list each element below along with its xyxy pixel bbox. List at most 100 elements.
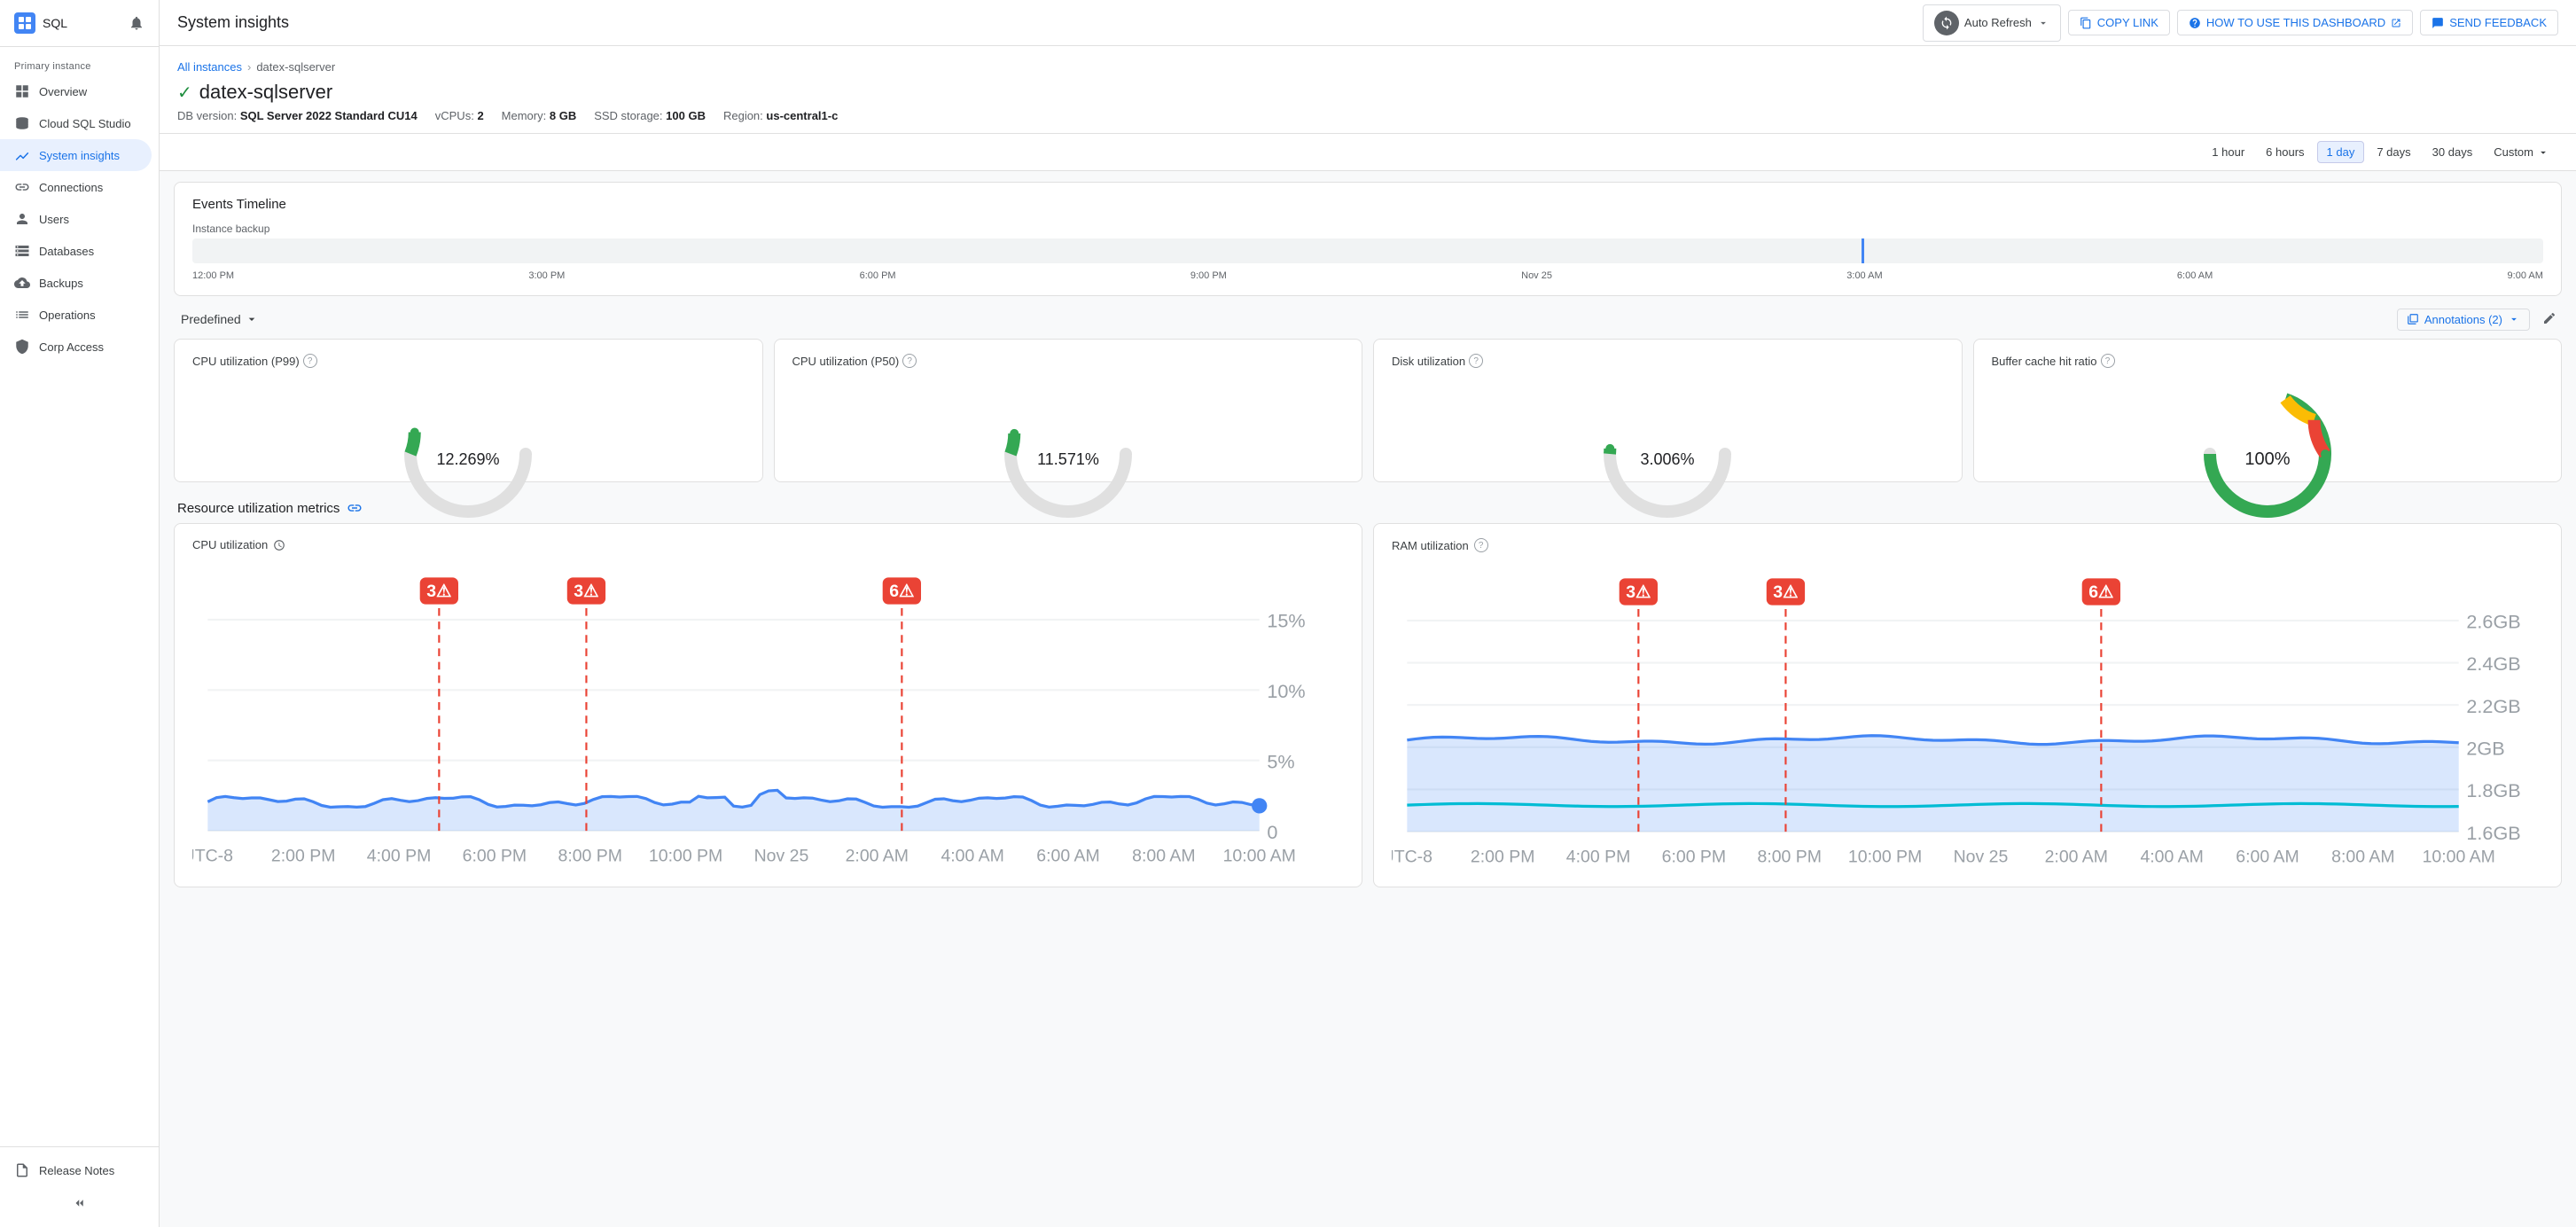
x-label-2: 6:00 PM [860,270,896,281]
shield-icon [14,339,30,355]
predefined-header: Predefined Annotations (2) [174,307,2562,332]
sidebar-item-operations[interactable]: Operations [0,299,152,331]
content-area: All instances › datex-sqlserver ✓ datex-… [160,46,2576,1227]
status-icon: ✓ [177,82,192,104]
time-btn-7days[interactable]: 7 days [2368,142,2419,162]
dropdown-icon [2037,17,2049,29]
sidebar-item-databases[interactable]: Databases [0,235,152,267]
chart-icon [14,147,30,163]
copy-link-label: COPY LINK [2097,16,2158,29]
time-btn-1day[interactable]: 1 day [2317,141,2365,163]
sidebar-item-users[interactable]: Users [0,203,152,235]
x-label-0: 12:00 PM [192,270,234,281]
instance-meta: DB version: SQL Server 2022 Standard CU1… [177,109,2558,122]
region-value: us-central1-c [766,109,838,122]
help-circle-icon [2189,17,2201,29]
timeline-marker [1862,238,1864,263]
gauge-needle-2 [1606,444,1615,453]
annotations-dropdown-icon [2508,313,2520,325]
gauge-container-3: 100% [1992,379,2544,467]
svg-text:2:00 PM: 2:00 PM [271,847,336,866]
sidebar-item-label: Backups [39,277,83,290]
vcpus-value: 2 [477,109,483,122]
annotation-icon [2407,313,2419,325]
storage-value: 100 GB [666,109,706,122]
help-icon-3[interactable]: ? [2101,354,2115,368]
chart-svg-ram: 3⚠ 3⚠ 6⚠ 2.6GB2.4GB2.2GB2GB1.8GB1.6GB UT… [1392,563,2543,870]
svg-text:8:00 AM: 8:00 AM [1132,847,1195,866]
chart-area-ram [1407,736,2458,832]
gauge-card-3: Buffer cache hit ratio ? 100% [1973,339,2563,482]
help-icon-0[interactable]: ? [303,354,317,368]
instance-header: All instances › datex-sqlserver ✓ datex-… [160,46,2576,134]
copy-link-button[interactable]: COPY LINK [2068,10,2170,35]
person-icon [14,211,30,227]
database-icon [14,115,30,131]
sidebar-item-label: Users [39,213,69,226]
svg-text:6⚠: 6⚠ [889,582,914,601]
sidebar-item-system-insights[interactable]: System insights [0,139,152,171]
resource-link-icon[interactable] [347,500,363,516]
region-meta: Region: us-central1-c [723,109,838,122]
sidebar-item-overview[interactable]: Overview [0,75,152,107]
svg-text:1.8GB: 1.8GB [2466,779,2520,801]
main-area: System insights Auto Refresh COPY LINK H… [160,0,2576,1227]
sidebar-section-label: Primary instance [0,47,159,75]
chart-card-cpu: CPU utilization 3⚠ 3⚠ 6⚠ 15%10%5%0 UTC-8… [174,523,1362,887]
sidebar-item-label: System insights [39,149,120,162]
svg-text:1.6GB: 1.6GB [2466,822,2520,844]
ram-help-icon[interactable]: ? [1474,538,1488,552]
breadcrumb-sep: › [247,60,251,74]
sidebar-item-connections[interactable]: Connections [0,171,152,203]
svg-text:10:00 AM: 10:00 AM [1223,847,1296,866]
how-to-use-button[interactable]: HOW TO USE THIS DASHBOARD [2177,10,2413,35]
resource-utilization-header: Resource utilization metrics [160,493,2576,523]
x-label-4: Nov 25 [1521,270,1552,281]
gauge-container-2: 3.006% [1392,379,1944,467]
help-icon-1[interactable]: ? [902,354,917,368]
gauge-card-2: Disk utilization ? 3.006% [1373,339,1963,482]
x-label-5: 3:00 AM [1846,270,1882,281]
bell-icon[interactable] [129,15,144,31]
svg-text:6:00 AM: 6:00 AM [2236,848,2299,867]
svg-text:2.4GB: 2.4GB [2466,653,2520,675]
events-timeline-card: Events Timeline Instance backup 12:00 PM… [174,182,2562,296]
auto-refresh-button[interactable]: Auto Refresh [1923,4,2061,42]
sidebar-item-release-notes[interactable]: Release Notes [0,1154,152,1186]
app-logo: SQL [0,0,159,47]
sidebar-collapse-button[interactable] [0,1186,159,1220]
send-feedback-button[interactable]: SEND FEEDBACK [2420,10,2558,35]
svg-text:UTC-8: UTC-8 [192,847,233,866]
svg-text:5%: 5% [1267,750,1294,772]
time-btn-1hour[interactable]: 1 hour [2203,142,2253,162]
time-btn-6hours[interactable]: 6 hours [2257,142,2313,162]
svg-text:6⚠: 6⚠ [2088,582,2113,602]
sidebar-item-backups[interactable]: Backups [0,267,152,299]
edit-button[interactable] [2537,308,2562,332]
svg-text:3⚠: 3⚠ [1626,582,1651,602]
help-icon-2[interactable]: ? [1469,354,1483,368]
topbar: System insights Auto Refresh COPY LINK H… [160,0,2576,46]
all-instances-link[interactable]: All instances [177,60,242,74]
topbar-actions: Auto Refresh COPY LINK HOW TO USE THIS D… [1923,4,2558,42]
annotations-button[interactable]: Annotations (2) [2397,309,2530,331]
sidebar-item-corp-access[interactable]: Corp Access [0,331,152,363]
list-icon [14,307,30,323]
time-btn-custom[interactable]: Custom [2485,142,2558,162]
custom-dropdown-icon [2537,146,2549,159]
chart-title-ram: RAM utilization ? [1392,538,2543,552]
copy-icon [2080,17,2092,29]
sidebar-item-cloud-sql-studio[interactable]: Cloud SQL Studio [0,107,152,139]
time-btn-30days[interactable]: 30 days [2424,142,2482,162]
svg-text:Nov 25: Nov 25 [1954,848,2009,867]
predefined-dropdown-icon [245,312,259,326]
notes-icon [14,1162,30,1178]
gauge-svg-1: 11.571% [988,379,1148,467]
svg-text:2:00 AM: 2:00 AM [2045,848,2108,867]
storage-icon [14,243,30,259]
link-icon [14,179,30,195]
svg-text:2.2GB: 2.2GB [2466,695,2520,717]
svg-text:3⚠: 3⚠ [574,582,598,601]
predefined-dropdown-button[interactable]: Predefined [174,307,266,332]
gauge-title-2: Disk utilization ? [1392,354,1483,368]
